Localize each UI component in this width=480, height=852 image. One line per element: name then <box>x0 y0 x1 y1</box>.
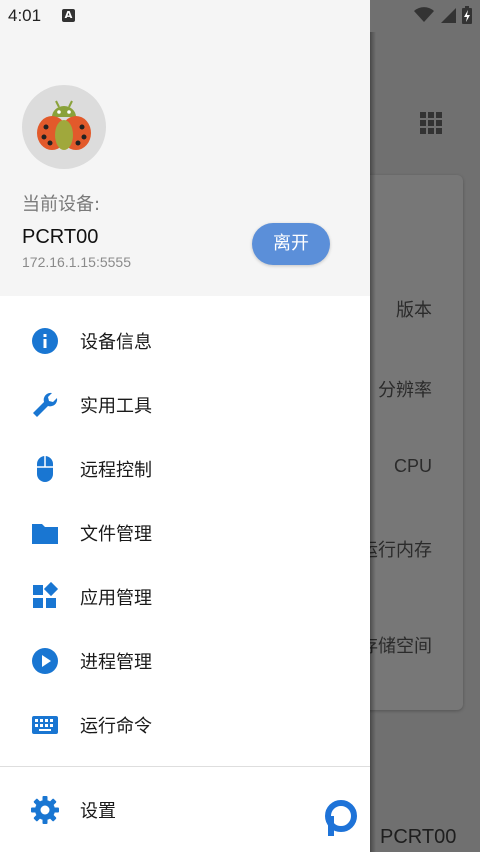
bg-label-cpu: CPU <box>393 456 432 476</box>
menu-item-app-manager[interactable]: 应用管理 <box>0 564 370 628</box>
menu-item-tools[interactable]: 实用工具 <box>0 372 370 436</box>
pcpop-watermark-logo <box>325 800 357 836</box>
menu-item-settings[interactable]: 设置 <box>0 777 370 841</box>
drawer-header: 当前设备: PCRT00 172.16.1.15:5555 离开 <box>0 0 370 296</box>
notification-a-icon: A <box>62 9 75 22</box>
ladybug-icon <box>37 100 91 150</box>
menu-item-label: 应用管理 <box>80 588 152 609</box>
bg-footer-device-name: PCRT00 <box>380 826 457 848</box>
menu-item-run-command[interactable]: 运行命令 <box>0 692 370 756</box>
play-circle-icon <box>32 648 58 674</box>
signal-icon <box>441 8 456 23</box>
device-address: 172.16.1.15:5555 <box>22 254 131 270</box>
status-bar: 4:01 A <box>0 0 480 32</box>
current-device-label: 当前设备: <box>22 194 101 215</box>
menu-item-label: 进程管理 <box>80 652 152 673</box>
bg-label-version: 版本 <box>396 300 432 320</box>
menu-item-label: 设置 <box>80 801 116 822</box>
menu-item-label: 设备信息 <box>80 332 152 353</box>
menu-item-label: 实用工具 <box>80 396 152 417</box>
keyboard-icon <box>32 716 58 734</box>
menu-item-label: 远程控制 <box>80 460 152 481</box>
battery-icon <box>462 6 472 24</box>
leave-button[interactable]: 离开 <box>252 223 330 265</box>
navigation-drawer: 当前设备: PCRT00 172.16.1.15:5555 离开 设备信息 实用… <box>0 0 370 852</box>
device-name: PCRT00 <box>22 226 99 248</box>
menu-item-process-manager[interactable]: 进程管理 <box>0 628 370 692</box>
mouse-icon <box>37 456 53 482</box>
apps-icon <box>33 582 59 608</box>
wifi-icon <box>414 7 434 22</box>
wrench-icon <box>33 392 58 417</box>
bg-label-resolution: 分辨率 <box>378 380 432 400</box>
menu-item-device-info[interactable]: 设备信息 <box>0 308 370 372</box>
menu-item-label: 运行命令 <box>80 716 152 737</box>
grid-menu-icon <box>420 112 442 134</box>
folder-icon <box>32 524 58 544</box>
gear-icon <box>31 796 59 824</box>
menu-divider <box>0 766 370 767</box>
status-icons <box>414 6 472 24</box>
menu-item-label: 文件管理 <box>80 524 152 545</box>
menu-item-remote-control[interactable]: 远程控制 <box>0 436 370 500</box>
avatar <box>22 85 106 169</box>
status-time: 4:01 <box>8 6 42 25</box>
info-icon <box>32 328 58 354</box>
menu-item-file-manager[interactable]: 文件管理 <box>0 500 370 564</box>
drawer-shadow <box>370 32 376 852</box>
